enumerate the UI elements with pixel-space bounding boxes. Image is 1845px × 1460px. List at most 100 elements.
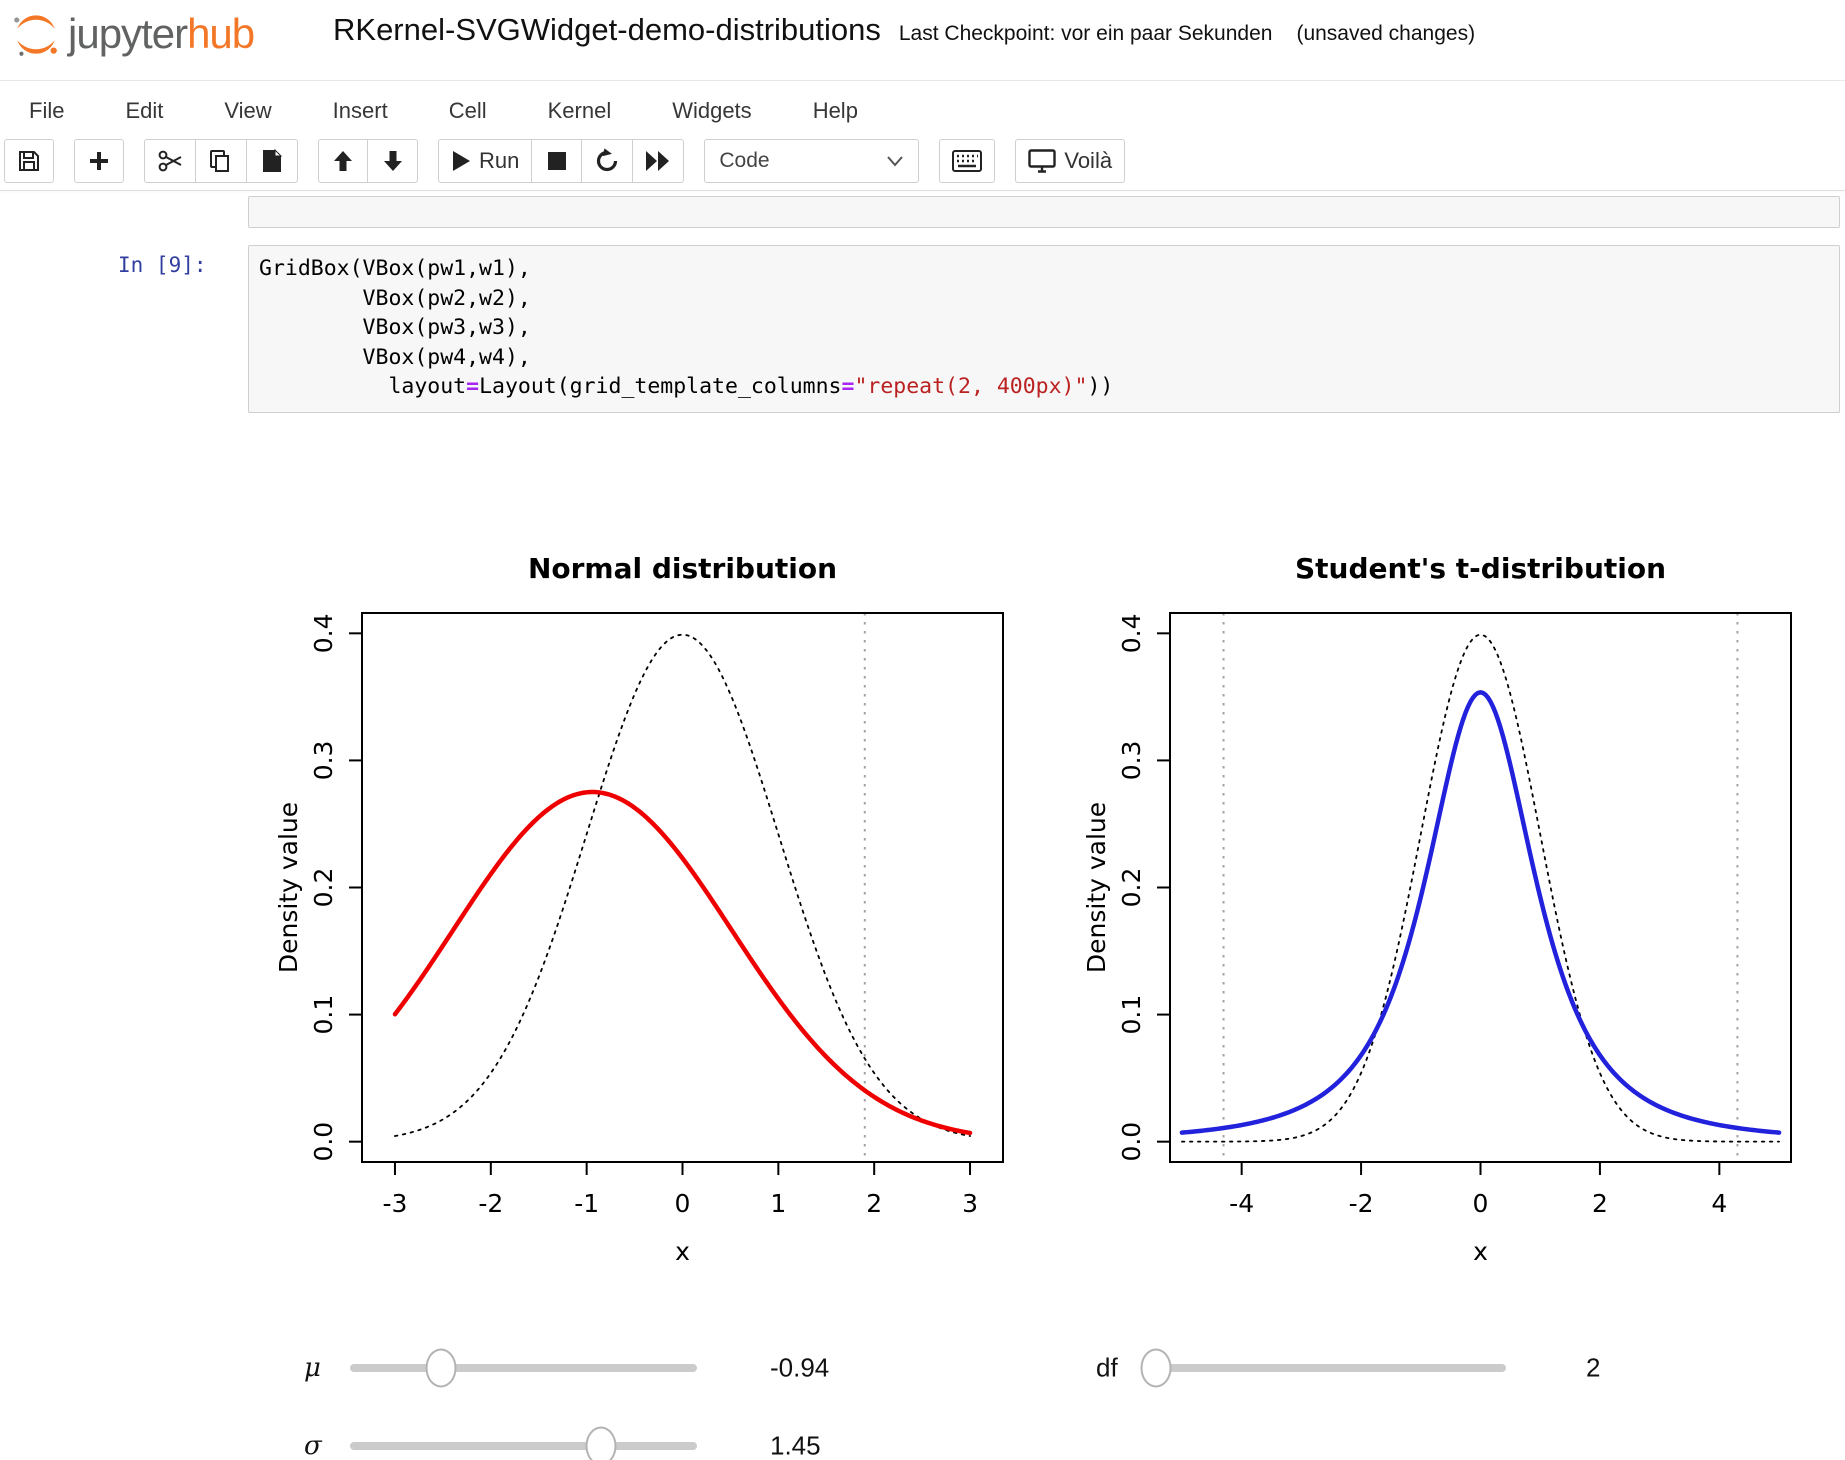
- x-tick-label: 0: [1473, 1189, 1489, 1218]
- checkpoint-status: Last Checkpoint: vor ein paar Sekunden: [899, 22, 1273, 46]
- code-line: VBox(pw4,w4),: [259, 343, 1829, 373]
- sigma-slider-label: σ: [304, 1431, 322, 1460]
- paste-cell-button[interactable]: [247, 139, 298, 183]
- monitor-icon: [1028, 149, 1056, 173]
- normal-distribution-plot: Normal distributionxDensity value-3-2-10…: [270, 540, 1030, 1280]
- play-icon: [451, 150, 471, 172]
- keyboard-icon: [952, 150, 982, 172]
- y-tick-label: 0.2: [309, 868, 338, 908]
- arrow-down-icon: [381, 149, 405, 173]
- df-slider-handle[interactable]: [1140, 1349, 1171, 1388]
- mu-slider-label: μ: [304, 1353, 321, 1383]
- previous-cell-partial[interactable]: [248, 196, 1840, 228]
- x-tick-label: -2: [478, 1189, 503, 1218]
- x-tick-label: 0: [675, 1189, 691, 1218]
- notebook-toolbar: Run Code Voilà: [4, 139, 1125, 183]
- y-tick-label: 0.0: [309, 1122, 338, 1162]
- y-axis-label: Density value: [274, 802, 303, 973]
- x-tick-label: -1: [574, 1189, 599, 1218]
- mu-slider-row: μ -0.94: [296, 1346, 856, 1390]
- mu-slider-track[interactable]: [350, 1364, 697, 1372]
- plot-title: Student's t-distribution: [1295, 552, 1666, 585]
- df-slider-track[interactable]: [1147, 1364, 1506, 1372]
- cell-input-prompt: In [9]:: [118, 253, 240, 277]
- y-tick-label: 0.3: [309, 741, 338, 781]
- x-tick-label: 3: [962, 1189, 978, 1218]
- plus-icon: [88, 150, 110, 172]
- voila-button-label: Voilà: [1064, 148, 1112, 174]
- restart-icon: [594, 148, 620, 174]
- cut-cell-button[interactable]: [144, 139, 196, 183]
- menu-widgets[interactable]: Widgets: [670, 94, 753, 128]
- t-distribution-plot: Student's t-distribution x Density value -4…: [1080, 540, 1840, 1280]
- code-editor[interactable]: GridBox(VBox(pw1,w1), VBox(pw2,w2), VBox…: [248, 245, 1840, 413]
- y-tick-label: 0.1: [1117, 995, 1146, 1035]
- mu-slider-handle[interactable]: [425, 1349, 456, 1388]
- menu-insert[interactable]: Insert: [331, 94, 390, 128]
- df-slider-label: df: [1096, 1353, 1118, 1384]
- x-tick-label: 1: [770, 1189, 786, 1218]
- code-line: VBox(pw2,w2),: [259, 284, 1829, 314]
- copy-cell-button[interactable]: [196, 139, 247, 183]
- jupyter-logo-icon: [10, 8, 62, 60]
- scissors-icon: [157, 148, 183, 174]
- code-line: layout=Layout(grid_template_columns="rep…: [259, 372, 1829, 402]
- jupyterhub-logo[interactable]: jupyterhub: [10, 8, 254, 60]
- code-line: VBox(pw3,w3),: [259, 313, 1829, 343]
- run-button-label: Run: [479, 148, 519, 174]
- density-curve: [1182, 635, 1779, 1142]
- menu-kernel[interactable]: Kernel: [546, 94, 614, 128]
- df-slider-value: 2: [1586, 1353, 1600, 1384]
- restart-kernel-button[interactable]: [582, 139, 633, 183]
- jupyter-notebook-app: jupyterhub RKernel-SVGWidget-demo-distri…: [0, 0, 1845, 1460]
- plot-box: [362, 613, 1003, 1162]
- plot-title: Normal distribution: [528, 552, 837, 585]
- y-tick-label: 0.0: [1117, 1122, 1146, 1162]
- menu-help[interactable]: Help: [811, 94, 860, 128]
- y-tick-label: 0.1: [309, 995, 338, 1035]
- mu-slider-value: -0.94: [770, 1353, 829, 1384]
- cell-type-selected: Code: [719, 149, 769, 173]
- toolbar-divider: [0, 190, 1845, 191]
- x-tick-label: -2: [1349, 1189, 1374, 1218]
- chevron-down-icon: [886, 155, 904, 167]
- notebook-title[interactable]: RKernel-SVGWidget-demo-distributions: [333, 12, 881, 48]
- x-tick-label: 2: [1592, 1189, 1608, 1218]
- interrupt-kernel-button[interactable]: [532, 139, 582, 183]
- move-cell-down-button[interactable]: [368, 139, 418, 183]
- y-tick-label: 0.4: [1117, 613, 1146, 653]
- y-axis-label: Density value: [1082, 802, 1111, 973]
- x-axis-label: x: [1473, 1237, 1488, 1266]
- menu-edit[interactable]: Edit: [123, 94, 165, 128]
- command-palette-button[interactable]: [939, 139, 995, 183]
- density-curve: [395, 792, 970, 1133]
- sigma-slider-value: 1.45: [770, 1431, 821, 1460]
- menu-view[interactable]: View: [222, 94, 273, 128]
- voila-button[interactable]: Voilà: [1015, 139, 1125, 183]
- density-curve: [1182, 692, 1779, 1132]
- arrow-up-icon: [331, 149, 355, 173]
- menu-file[interactable]: File: [27, 94, 66, 128]
- y-tick-label: 0.4: [309, 613, 338, 653]
- header-divider: [0, 80, 1845, 81]
- cell-type-dropdown[interactable]: Code: [704, 139, 919, 183]
- save-icon: [17, 149, 41, 173]
- y-tick-label: 0.2: [1117, 868, 1146, 908]
- stop-icon: [547, 151, 567, 171]
- copy-icon: [208, 148, 234, 174]
- menu-cell[interactable]: Cell: [447, 94, 489, 128]
- add-cell-button[interactable]: [74, 139, 124, 183]
- save-button[interactable]: [4, 139, 54, 183]
- restart-run-all-button[interactable]: [633, 139, 684, 183]
- code-line: GridBox(VBox(pw1,w1),: [259, 254, 1829, 284]
- move-cell-up-button[interactable]: [318, 139, 368, 183]
- run-cell-button[interactable]: Run: [438, 139, 532, 183]
- x-tick-label: 2: [866, 1189, 882, 1218]
- df-slider-row: df 2: [1086, 1346, 1646, 1390]
- sigma-slider-track[interactable]: [350, 1442, 697, 1450]
- x-tick-label: -4: [1229, 1189, 1254, 1218]
- jupyterhub-wordmark: jupyterhub: [68, 10, 254, 58]
- unsaved-changes-indicator: (unsaved changes): [1296, 22, 1475, 46]
- plot-box: [1170, 613, 1791, 1162]
- sigma-slider-handle[interactable]: [585, 1427, 616, 1460]
